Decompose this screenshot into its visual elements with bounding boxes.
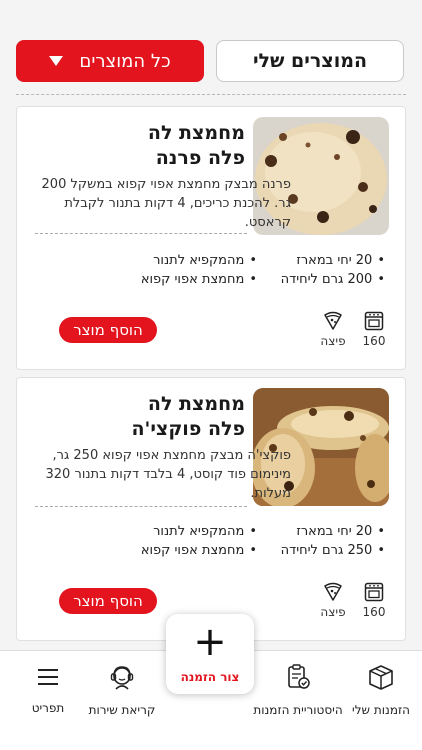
order-history-icon — [288, 664, 310, 689]
product-specs: 20 יחי במארז 250 גרם ליחידה — [281, 522, 385, 560]
plus-icon: + — [193, 619, 227, 665]
nav-service-call[interactable]: קריאת שירות — [84, 651, 160, 717]
spec-item: מחמצת אפוי קפוא — [141, 541, 257, 560]
add-product-button[interactable]: הוסף מוצר — [59, 588, 157, 614]
product-description: פוקצי'ה מבצק מחמצת אפוי קפוא 250 גר, מינ… — [45, 448, 291, 501]
my-products-button[interactable]: המוצרים שלי — [216, 40, 404, 82]
dropdown-arrow-icon — [49, 56, 64, 66]
spec-item: 250 גרם ליחידה — [281, 541, 385, 560]
support-agent-icon — [110, 666, 134, 690]
nav-my-orders-label: הזמנות שלי — [352, 703, 410, 717]
spec-item: מהמקפיא לתנור — [141, 251, 257, 270]
dish-info: פיצה — [313, 582, 353, 619]
nav-my-orders[interactable]: הזמנות שלי — [346, 651, 416, 717]
all-products-label: כל המוצרים — [79, 50, 171, 72]
create-order-label: צור הזמנה — [180, 670, 240, 684]
divider — [35, 506, 247, 507]
spec-item: מהמקפיא לתנור — [141, 522, 257, 541]
oven-info: 160 — [359, 311, 389, 348]
oven-temp: 160 — [362, 605, 386, 619]
divider — [16, 94, 406, 95]
hamburger-menu-icon — [38, 669, 58, 685]
create-order-button[interactable]: + צור הזמנה — [166, 614, 254, 694]
product-specs: מהמקפיא לתנור מחמצת אפוי קפוא — [141, 522, 257, 560]
product-specs: 20 יחי במארז 200 גרם ליחידה — [281, 251, 385, 289]
spec-item: 20 יחי במארז — [281, 251, 385, 270]
product-title: מחמצת לה פלה פוקצי'ה — [131, 393, 245, 440]
dish-label: פיצה — [320, 334, 346, 348]
dish-label: פיצה — [320, 605, 346, 619]
product-filter-bar: כל המוצרים המוצרים שלי — [16, 40, 406, 82]
oven-temp: 160 — [362, 334, 386, 348]
box-icon — [369, 665, 393, 690]
product-title: מחמצת לה פלה פרנה — [147, 122, 245, 169]
product-description: פרנה מבצק מחמצת אפוי קפוא במשקל 200 גר. … — [41, 177, 291, 230]
divider — [35, 233, 247, 234]
pizza-icon — [324, 311, 342, 330]
product-card: מחמצת לה פלה פוקצי'ה פוקצי'ה מבצק מחמצת … — [16, 377, 406, 641]
spec-item: מחמצת אפוי קפוא — [141, 270, 257, 289]
all-products-dropdown[interactable]: כל המוצרים — [16, 40, 204, 82]
spec-item: 20 יחי במארז — [281, 522, 385, 541]
nav-menu-label: תפריט — [31, 701, 65, 715]
nav-menu[interactable]: תפריט — [14, 651, 82, 715]
nav-order-history-label: היסטוריית הזמנות — [253, 703, 343, 717]
nav-service-call-label: קריאת שירות — [88, 703, 156, 717]
oven-info: 160 — [359, 582, 389, 619]
dish-info: פיצה — [313, 311, 353, 348]
nav-order-history[interactable]: היסטוריית הזמנות — [250, 651, 346, 717]
oven-icon — [364, 582, 384, 602]
add-product-button[interactable]: הוסף מוצר — [59, 317, 157, 343]
oven-icon — [364, 311, 384, 331]
pizza-icon — [324, 582, 342, 601]
product-specs: מהמקפיא לתנור מחמצת אפוי קפוא — [141, 251, 257, 289]
product-card: מחמצת לה פלה פרנה פרנה מבצק מחמצת אפוי ק… — [16, 106, 406, 370]
spec-item: 200 גרם ליחידה — [281, 270, 385, 289]
